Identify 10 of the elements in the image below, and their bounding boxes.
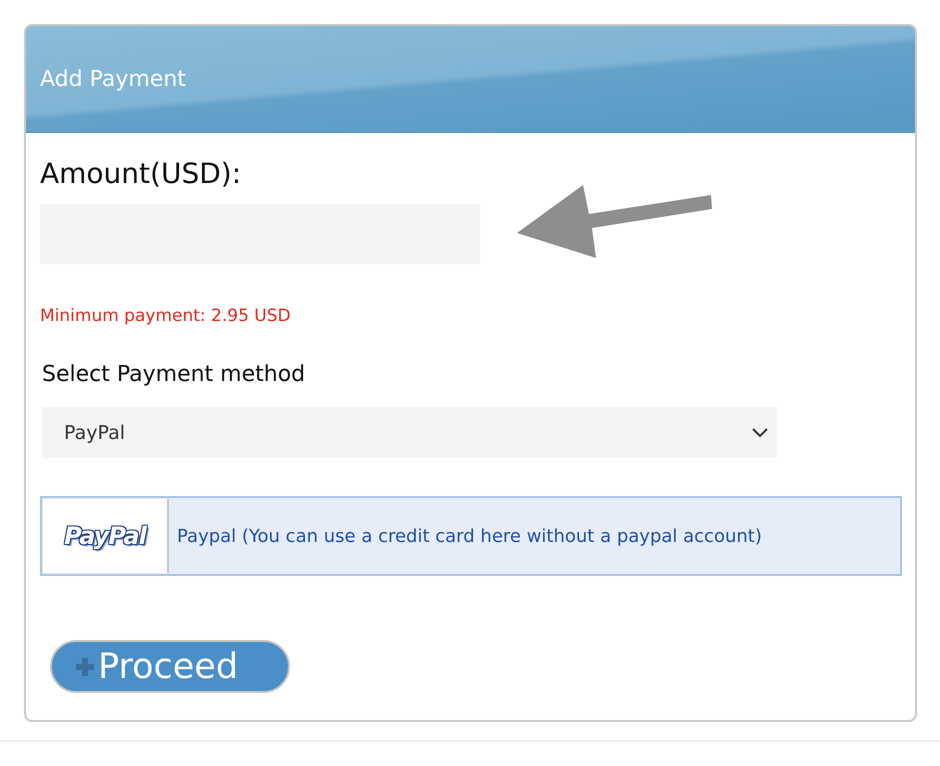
amount-label: Amount(USD): [40, 157, 242, 190]
payment-option[interactable]: PayPal Paypal (You can use a credit card here without a paypal account) [40, 496, 902, 576]
plus-icon [76, 658, 94, 676]
payment-logo: PayPal [43, 499, 169, 573]
minimum-payment-note: Minimum payment: 2.95 USD [40, 306, 292, 326]
panel-title: Add Payment [40, 66, 186, 92]
method-label: Select Payment method [42, 362, 306, 387]
chevron-down-icon [751, 426, 769, 438]
payment-option-description: Paypal (You can use a credit card here without a paypal account) [177, 526, 762, 546]
payment-method-dropdown[interactable]: PayPal [42, 407, 777, 458]
